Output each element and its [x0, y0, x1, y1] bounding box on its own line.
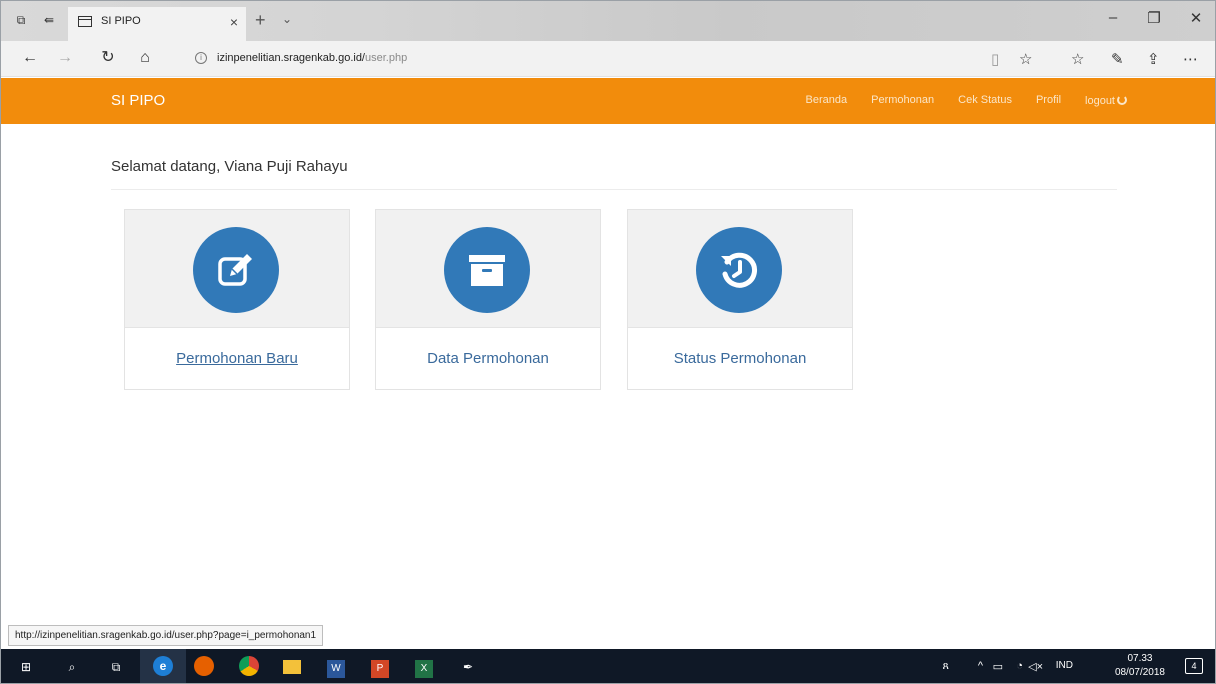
paint-icon[interactable]: ✒	[457, 656, 479, 678]
close-window-button[interactable]: ✕	[1181, 9, 1211, 27]
url-text: izinpenelitian.sragenkab.go.id/user.php	[217, 52, 407, 64]
windows-start-icon[interactable]: ⊞	[15, 656, 37, 678]
search-icon[interactable]: ⌕	[61, 656, 83, 678]
page-icon	[78, 16, 92, 27]
notification-count: 4	[1191, 661, 1197, 671]
taskbar: ⊞ ⌕ ⧉ e W P X ✒ ጸ ^ ▭ ◔ ◁× IND 07.33 08/…	[1, 649, 1215, 683]
clock-date: 08/07/2018	[1114, 667, 1165, 678]
card-permohonan-baru[interactable]: Permohonan Baru	[124, 209, 350, 390]
divider	[111, 189, 1117, 190]
edge-taskbar-icon[interactable]: e	[140, 649, 186, 683]
new-tab-button[interactable]: +	[255, 10, 266, 31]
browser-tab[interactable]: SI PIPO ×	[68, 7, 246, 41]
card-data-permohonan[interactable]: Data Permohonan	[375, 209, 601, 390]
chrome-taskbar-icon[interactable]	[238, 656, 260, 678]
home-icon[interactable]: ⌂	[134, 49, 156, 67]
nav-beranda[interactable]: Beranda	[806, 94, 848, 107]
site-info-icon[interactable]: i	[195, 52, 207, 64]
archive-icon	[444, 227, 530, 313]
nav-cek-status[interactable]: Cek Status	[958, 94, 1012, 107]
card-label-data-permohonan[interactable]: Data Permohonan	[376, 350, 600, 367]
power-icon	[1117, 95, 1127, 105]
url-domain: izinpenelitian.sragenkab.go.id/	[217, 52, 365, 64]
set-aside-tabs-icon[interactable]: ⧉	[13, 13, 29, 27]
status-url: http://izinpenelitian.sragenkab.go.id/us…	[8, 625, 324, 646]
site-nav: Beranda Permohonan Cek Status Profil log…	[782, 94, 1127, 107]
card-header	[628, 210, 852, 328]
file-explorer-icon[interactable]	[281, 656, 303, 678]
action-center-icon[interactable]: 4	[1185, 658, 1203, 674]
firefox-taskbar-icon[interactable]	[193, 656, 215, 678]
wifi-icon[interactable]: ◔	[1016, 660, 1023, 672]
restore-button[interactable]: ❐	[1139, 9, 1169, 27]
forward-icon[interactable]: →	[54, 49, 76, 67]
title-bar: ⧉ ⇚ SI PIPO × + ⌄ – ❐ ✕	[1, 1, 1215, 41]
card-header	[376, 210, 600, 328]
tab-title: SI PIPO	[101, 15, 141, 27]
volume-icon[interactable]: ◁×	[1028, 660, 1043, 673]
language-indicator[interactable]: IND	[1056, 660, 1073, 671]
tab-preview-icon[interactable]: ⇚	[41, 13, 57, 27]
edit-icon	[193, 227, 279, 313]
back-icon[interactable]: ←	[19, 49, 41, 67]
close-tab-icon[interactable]: ×	[230, 14, 238, 30]
browser-window: ⧉ ⇚ SI PIPO × + ⌄ – ❐ ✕ ← → ↻ ⌂ i izinpe…	[0, 0, 1216, 684]
share-icon[interactable]: ⇪	[1147, 50, 1160, 68]
people-icon[interactable]: ጸ	[943, 660, 949, 673]
task-view-icon[interactable]: ⧉	[105, 656, 127, 678]
show-hidden-icons-icon[interactable]: ^	[978, 660, 983, 672]
word-icon[interactable]: W	[325, 656, 347, 678]
powerpoint-icon[interactable]: P	[369, 656, 391, 678]
site-header: SI PIPO Beranda Permohonan Cek Status Pr…	[1, 78, 1215, 124]
url-path: user.php	[365, 52, 408, 64]
card-label-status-permohonan[interactable]: Status Permohonan	[628, 350, 852, 367]
card-header	[125, 210, 349, 328]
nav-profil[interactable]: Profil	[1036, 94, 1061, 107]
card-status-permohonan[interactable]: Status Permohonan	[627, 209, 853, 390]
more-icon[interactable]: ⋯	[1183, 50, 1198, 68]
excel-icon[interactable]: X	[413, 656, 435, 678]
clock-time: 07.33	[1127, 653, 1153, 664]
navigation-bar: ← → ↻ ⌂ i izinpenelitian.sragenkab.go.id…	[1, 41, 1215, 77]
nav-logout-label: logout	[1085, 95, 1115, 107]
reading-view-icon[interactable]: ▯	[991, 50, 999, 68]
favorite-star-icon[interactable]: ☆	[1019, 50, 1032, 68]
history-icon	[696, 227, 782, 313]
site-brand[interactable]: SI PIPO	[111, 92, 165, 109]
card-label-permohonan-baru[interactable]: Permohonan Baru	[125, 350, 349, 367]
welcome-message: Selamat datang, Viana Puji Rahayu	[111, 158, 348, 175]
clock[interactable]: 07.33 08/07/2018	[1115, 652, 1165, 680]
web-note-icon[interactable]: ✎	[1111, 50, 1124, 68]
favorites-hub-icon[interactable]: ☆	[1071, 50, 1084, 68]
nav-permohonan[interactable]: Permohonan	[871, 94, 934, 107]
address-bar[interactable]: i izinpenelitian.sragenkab.go.id/user.ph…	[181, 45, 1049, 73]
refresh-icon[interactable]: ↻	[97, 49, 119, 67]
battery-icon[interactable]: ▭	[993, 660, 1003, 673]
tab-menu-icon[interactable]: ⌄	[282, 12, 292, 26]
minimize-button[interactable]: –	[1098, 9, 1128, 26]
nav-logout[interactable]: logout	[1085, 94, 1127, 107]
